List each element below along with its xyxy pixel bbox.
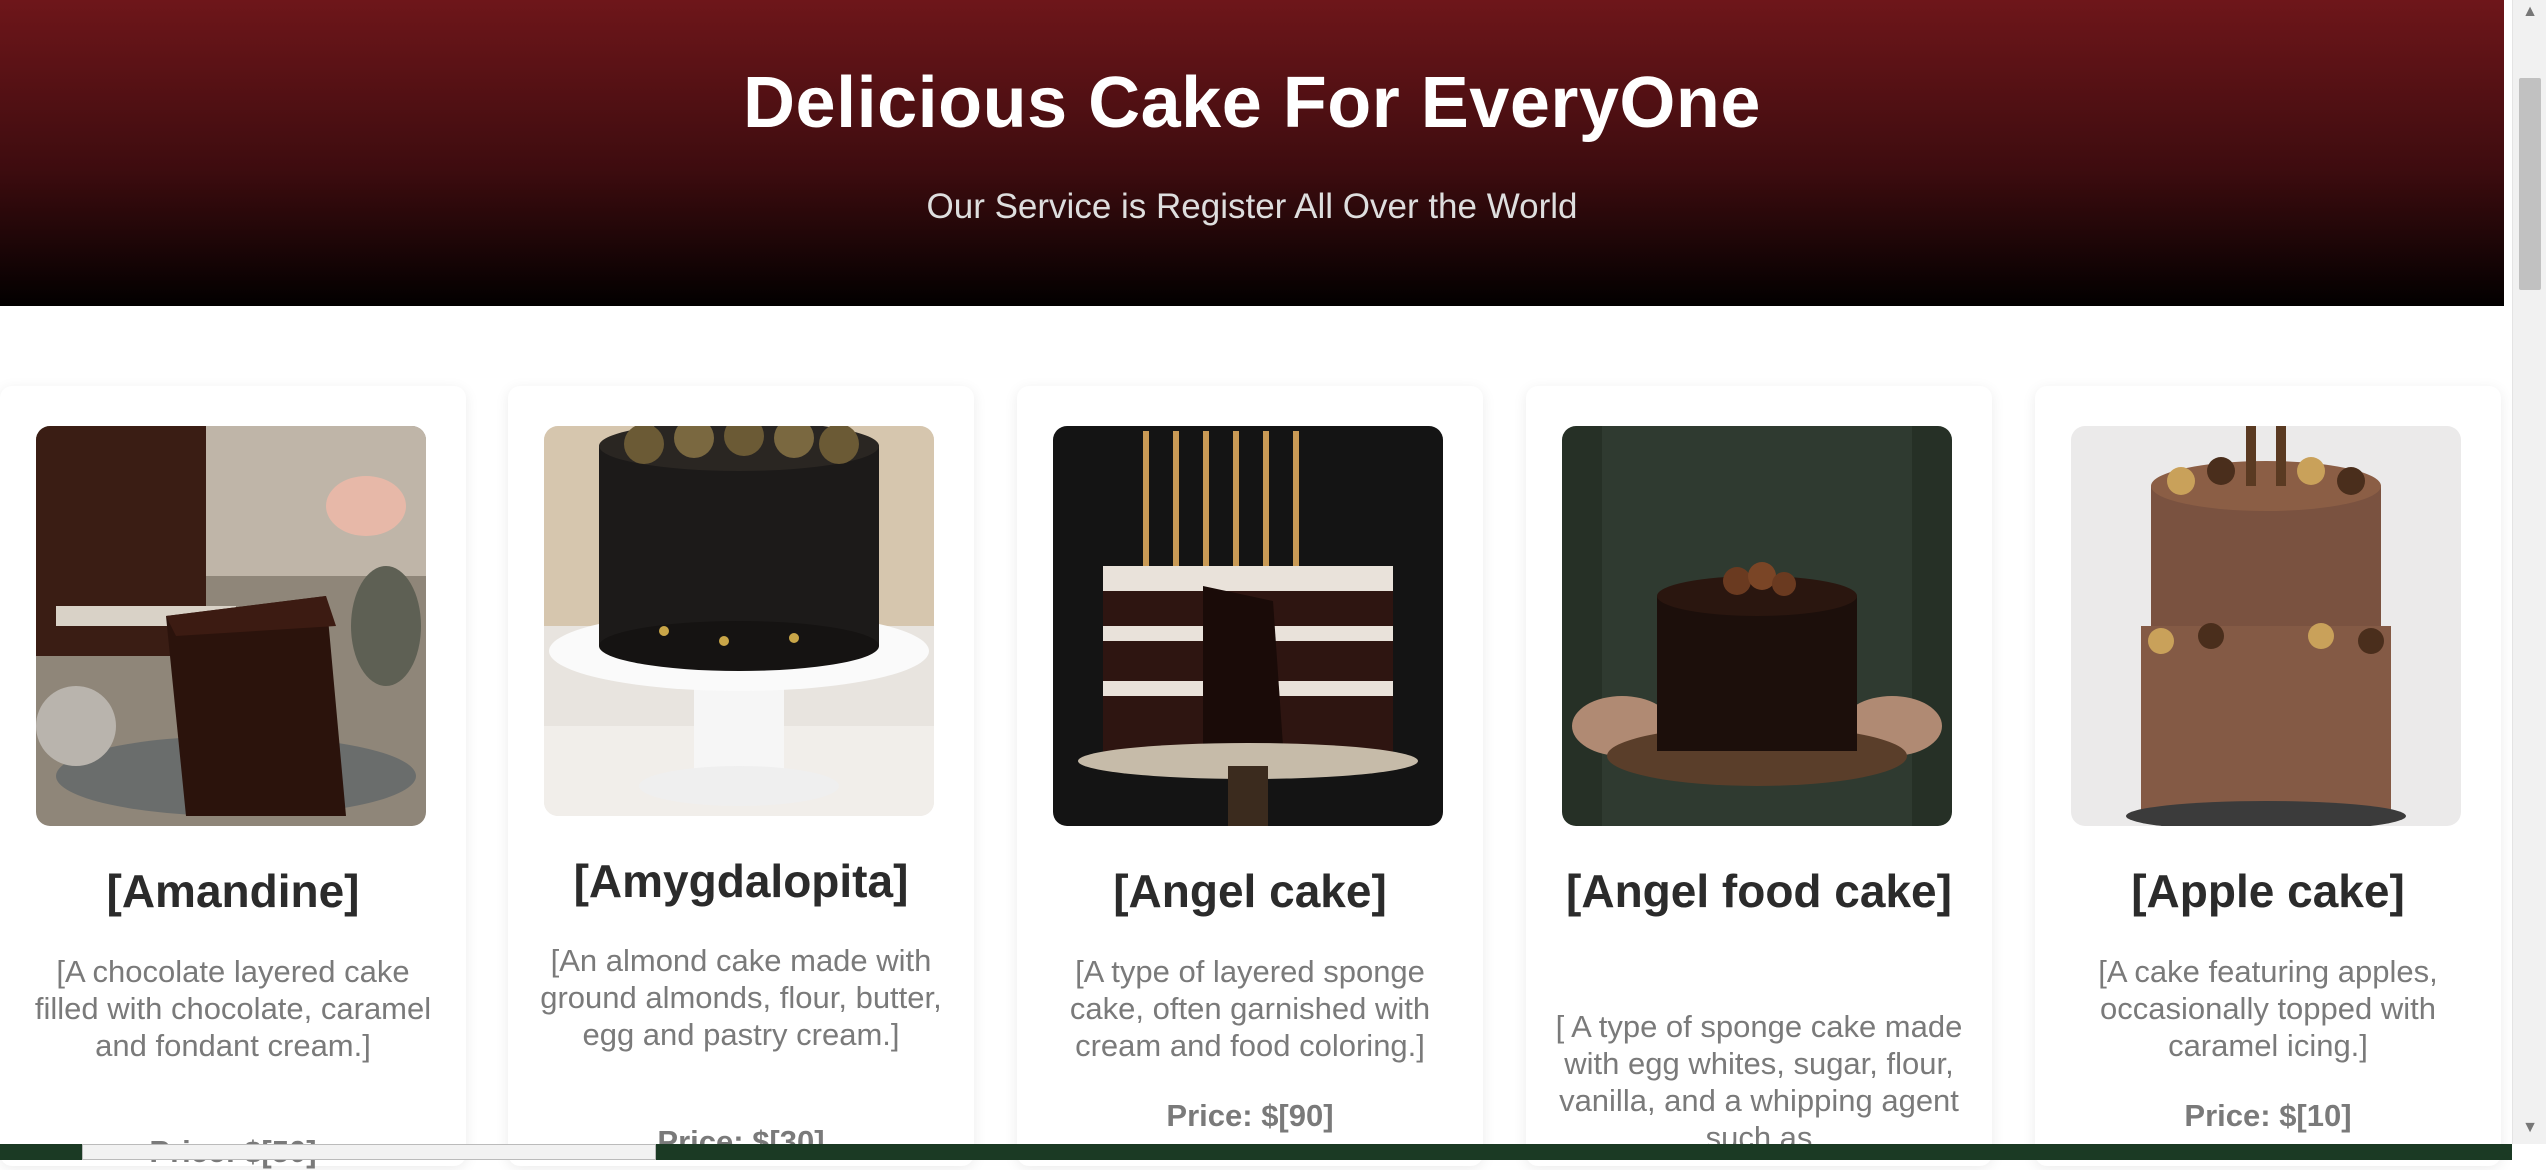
two-tier-caramel-cake-photo [2071,426,2461,826]
cake-name: [Amygdalopita] [573,855,909,907]
cake-card-apple-cake[interactable]: [Apple cake] [A cake featuring apples, o… [2035,386,2501,1166]
cake-description: [A type of layered sponge cake, often ga… [1069,954,1431,1063]
taskbar-strip [0,1144,2512,1160]
cake-price: Price: $[90] [1166,1098,1334,1133]
hands-holding-cake-photo [1562,426,1952,826]
cake-description: [An almond cake made with ground almonds… [540,943,942,1052]
vertical-scrollbar[interactable]: ▲ ▼ [2512,0,2546,1144]
cake-card-angel-cake[interactable]: [Angel cake] [A type of layered sponge c… [1017,386,1483,1166]
scrollbar-thumb[interactable] [2519,78,2541,290]
cake-card-angel-food-cake[interactable]: [Angel food cake] [ A type of sponge cak… [1526,386,1992,1166]
cake-card-list: [Amandine] [A chocolate layered cake fil… [0,386,2504,1169]
cake-card-amandine[interactable]: [Amandine] [A chocolate layered cake fil… [0,386,466,1169]
cake-price: Price: $[10] [2184,1098,2352,1133]
cake-description: [A chocolate layered cake filled with ch… [34,954,432,1063]
cake-name: [Apple cake] [2131,865,2405,917]
cake-description: [A cake featuring apples, occasionally t… [2098,954,2438,1063]
scroll-down-arrow-icon[interactable]: ▼ [2513,1116,2546,1140]
black-drip-cake-photo [544,426,934,816]
cake-description: [ A type of sponge cake made with egg wh… [1555,1009,1963,1155]
taskbar-window[interactable] [82,1144,656,1160]
cake-card-amygdalopita[interactable]: [Amygdalopita] [An almond cake made with… [508,386,974,1166]
cake-name: [Angel food cake] [1566,865,1952,917]
chocolate-cake-slice-photo [36,426,426,826]
scroll-up-arrow-icon[interactable]: ▲ [2513,0,2546,24]
cake-name: [Angel cake] [1113,865,1387,917]
layer-cake-candles-photo [1053,426,1443,826]
hero-banner: Delicious Cake For EveryOne Our Service … [0,0,2504,306]
cake-name: [Amandine] [106,865,360,917]
hero-subtitle: Our Service is Register All Over the Wor… [926,187,1578,226]
hero-title: Delicious Cake For EveryOne [743,63,1761,143]
